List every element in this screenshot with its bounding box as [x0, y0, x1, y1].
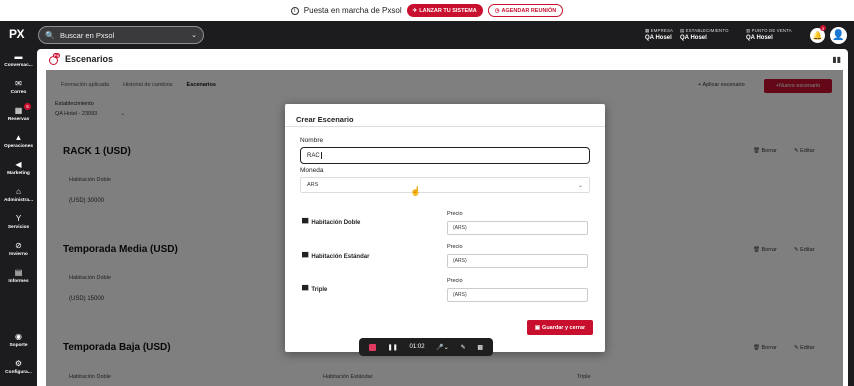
schedule-meeting-button[interactable]: ◷ AGENDAR REUNIÓN: [487, 4, 564, 17]
pxsol-logo[interactable]: PX: [9, 27, 25, 41]
create-scenario-modal: Crear Escenario Nombre RAC Moneda ARS ⌄ ▀…: [285, 104, 605, 352]
establecimiento-selector[interactable]: ▤ ESTABLECIMIENTO QA Hosel: [680, 28, 729, 41]
price-label: Precio: [447, 211, 463, 217]
mouse-cursor-icon: ☝: [410, 186, 422, 196]
notification-badge: 3: [820, 25, 826, 31]
save-and-close-button[interactable]: ▣ Guardar y cerrar: [527, 320, 593, 335]
price-input-doble[interactable]: (ARS): [447, 221, 588, 235]
sidebar-item-conversaciones[interactable]: ▬ Conversac...: [0, 52, 37, 68]
sidebar-item-administracion[interactable]: ⌂ Administra...: [0, 187, 37, 203]
room-row-doble: ▀ Habitación Doble: [302, 218, 361, 228]
pen-icon[interactable]: ✎: [461, 344, 466, 351]
currency-label: Moneda: [300, 167, 324, 174]
empresa-selector[interactable]: ▦ EMPRESA QA Hosel: [645, 28, 673, 41]
search-input[interactable]: 🔍 Buscar en Pxsol ⌄: [38, 26, 204, 44]
sidebar-item-marketing[interactable]: ◀ Marketing: [0, 160, 37, 176]
mail-icon: ✉: [15, 79, 22, 88]
price-input-triple[interactable]: (ARS): [447, 288, 588, 302]
store-icon: ▥: [746, 28, 751, 33]
building-icon: ▦: [645, 28, 650, 33]
sidebar-item-reservas[interactable]: ▦ Reservas 5: [0, 103, 37, 122]
recording-toolbar: ❚❚ 01:02 🎤⌄ ✎ ▩: [359, 338, 493, 356]
report-icon: ▤: [14, 268, 23, 277]
calendar-icon: ▦: [14, 106, 23, 115]
hotel-icon: ▤: [680, 28, 685, 33]
punto-venta-selector[interactable]: ▥ PUNTO DE VENTA QA Hosel: [746, 28, 792, 41]
price-label: Precio: [447, 278, 463, 284]
price-label: Precio: [447, 244, 463, 250]
reservas-badge: 5: [24, 103, 31, 110]
chevron-down-icon: ⌄: [577, 182, 583, 189]
scenario-icon: PX: [49, 52, 62, 66]
camera-toggle-icon[interactable]: ▩: [477, 344, 483, 351]
name-input[interactable]: RAC: [300, 147, 590, 164]
banner-text: Puesta en marcha de Pxsol: [303, 6, 402, 15]
room-row-estandar: ▀ Habitación Estándar: [302, 252, 370, 262]
bed-icon: ▀: [302, 285, 309, 295]
sidebar-item-configuracion[interactable]: ⚙ Configura...: [0, 359, 37, 375]
room-row-triple: ▀ Triple: [302, 285, 328, 295]
launch-system-button[interactable]: ✈ LANZAR TU SISTEMA: [406, 4, 483, 17]
clock-icon: ◷: [494, 7, 500, 14]
page-title: Escenarios: [65, 54, 114, 64]
search-icon: 🔍: [45, 30, 55, 40]
pause-icon[interactable]: ❚❚: [388, 344, 398, 351]
search-placeholder: Buscar en Pxsol: [59, 30, 115, 40]
stop-record-icon[interactable]: [368, 343, 376, 351]
sidebar-item-correo[interactable]: ✉ Correo: [0, 79, 37, 95]
recording-time: 01:02: [409, 344, 425, 350]
book-icon[interactable]: ▮▮: [832, 55, 841, 64]
modal-title: Crear Escenario: [296, 115, 354, 124]
microphone-icon[interactable]: 🎤⌄: [436, 344, 449, 351]
sidebar-item-operaciones[interactable]: ▲ Operaciones: [0, 133, 37, 149]
operations-icon: ▲: [14, 133, 23, 142]
top-banner: i Puesta en marcha de Pxsol ✈ LANZAR TU S…: [0, 0, 854, 21]
gear-icon: ⚙: [14, 359, 23, 368]
sidebar-item-soporte[interactable]: ◉ Soporte: [0, 332, 37, 348]
rocket-icon: ✈: [412, 7, 418, 14]
chevron-down-icon: ⌄: [191, 32, 197, 39]
user-avatar[interactable]: 👤: [830, 27, 847, 44]
block-icon: ⊘: [15, 241, 22, 250]
chat-icon: ▬: [14, 52, 23, 61]
modal-divider: [285, 126, 605, 127]
info-icon: i: [290, 6, 299, 15]
cocktail-icon: Y: [15, 214, 22, 223]
sidebar-item-informes[interactable]: ▤ Informes: [0, 268, 37, 284]
name-label: Nombre: [300, 137, 324, 144]
bed-icon: ▀: [302, 252, 309, 262]
megaphone-icon: ◀: [15, 160, 22, 169]
page-header: PX Escenarios ▮▮: [37, 49, 848, 69]
sidebar-item-invierno[interactable]: ⊘ Invierno: [0, 241, 37, 257]
bed-icon: ▀: [302, 218, 309, 228]
bank-icon: ⌂: [16, 187, 21, 196]
sidebar-item-servicios[interactable]: Y Servicios: [0, 214, 37, 230]
text-caret: [320, 152, 322, 159]
save-icon: ▣: [534, 324, 541, 331]
currency-select[interactable]: ARS ⌄: [300, 177, 590, 193]
support-icon: ◉: [15, 332, 22, 341]
price-input-estandar[interactable]: (ARS): [447, 254, 588, 268]
